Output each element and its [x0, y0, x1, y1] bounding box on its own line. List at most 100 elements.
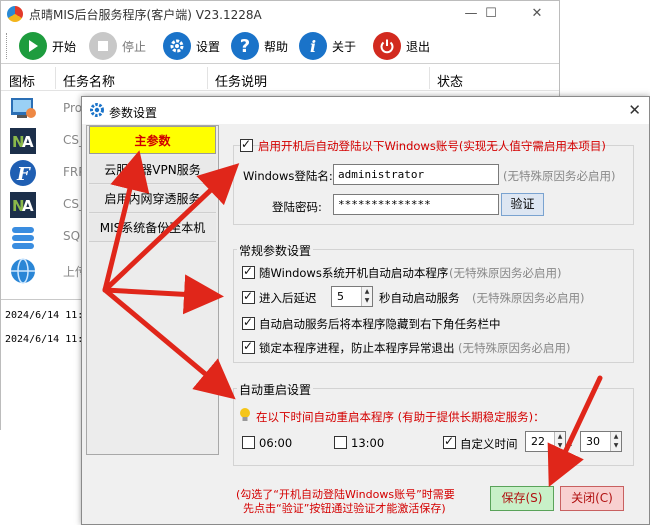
- question-icon: ?: [231, 32, 259, 60]
- toolbar-grip: [6, 33, 9, 59]
- col-icon-header[interactable]: 图标: [9, 71, 35, 90]
- password-label: 登陆密码:: [272, 200, 322, 214]
- footer-note-line2: 先点击“验证”按钮通过验证才能激活保存): [243, 502, 446, 515]
- col-desc-header[interactable]: 任务说明: [215, 71, 267, 90]
- nav-main-params[interactable]: 主参数: [89, 126, 216, 154]
- lightbulb-icon: [240, 408, 250, 421]
- title-bar: 点晴MIS后台服务程序(客户端) V23.1228A — ☐ ✕: [1, 1, 559, 27]
- task-row[interactable]: Pro: [1, 92, 91, 124]
- delay-seconds-value: 5: [337, 290, 344, 303]
- task-row[interactable]: SQL: [1, 220, 91, 252]
- app-logo-icon: [7, 6, 23, 22]
- nia-icon: NA: [9, 191, 37, 218]
- svg-text:F: F: [16, 164, 31, 185]
- about-button[interactable]: i 关于: [299, 32, 356, 60]
- lock-process-hint: (无特殊原因务必启用): [458, 341, 571, 355]
- delay-suffix-label: 秒自动启动服务: [379, 291, 460, 305]
- start-label: 开始: [52, 39, 77, 54]
- maximize-button[interactable]: ☐: [477, 4, 505, 24]
- delay-hint: (无特殊原因务必启用): [472, 291, 585, 305]
- restart-custom-checkbox[interactable]: [443, 434, 456, 449]
- dialog-close-button[interactable]: ✕: [628, 101, 641, 119]
- restart-custom-label: 自定义时间: [460, 437, 518, 451]
- username-label: Windows登陆名:: [243, 169, 333, 183]
- settings-dialog: 参数设置 ✕ 主参数 云服务器VPN服务 启用内网穿透服务 MIS系统备份至本机…: [81, 96, 650, 525]
- nav-intranet-penetration[interactable]: 启用内网穿透服务: [89, 185, 216, 213]
- auto-restart-group: [233, 388, 634, 466]
- about-label: 关于: [332, 39, 357, 54]
- stop-icon: [89, 32, 117, 60]
- restart-0600-checkbox[interactable]: [242, 436, 255, 449]
- restart-0600-label: 06:00: [259, 436, 293, 450]
- database-icon: [9, 223, 37, 249]
- toolbar: 开始 停止 设置 ? 帮助 i 关于 退出: [1, 28, 559, 64]
- username-hint: (无特殊原因务必启用): [503, 169, 616, 183]
- task-row[interactable]: NA CS_: [1, 188, 91, 220]
- autostart-checkbox[interactable]: [242, 264, 255, 279]
- settings-nav: 主参数 云服务器VPN服务 启用内网穿透服务 MIS系统备份至本机: [86, 125, 219, 455]
- delay-seconds-spinner[interactable]: 5 ▲ ▼: [331, 286, 373, 307]
- restart-hour-spinner[interactable]: 22 ▲ ▼: [525, 431, 566, 452]
- hide-to-tray-label: 自动启动服务后将本程序隐藏到右下角任务栏中: [259, 317, 501, 331]
- restart-minute-spinner[interactable]: 30 ▲ ▼: [580, 431, 622, 452]
- task-list-header: 图标 任务名称 任务说明 状态: [1, 65, 559, 91]
- lock-process-label: 锁定本程序进程，防止本程序异常退出: [259, 341, 455, 355]
- autostart-label: 随Windows系统开机自动启动本程序: [259, 266, 449, 280]
- close-dialog-button[interactable]: 关闭(C): [560, 486, 624, 511]
- exit-button[interactable]: 退出: [373, 32, 430, 60]
- save-button[interactable]: 保存(S): [490, 486, 554, 511]
- spinner-arrows-icon[interactable]: ▲ ▼: [361, 287, 372, 306]
- password-input[interactable]: **************: [333, 194, 499, 215]
- auto-restart-title: 自动重启设置: [237, 381, 314, 398]
- dialog-title: 参数设置: [109, 106, 158, 120]
- delay-start-checkbox[interactable]: [242, 289, 255, 304]
- gear-icon: [163, 32, 191, 60]
- col-name-header[interactable]: 任务名称: [63, 71, 115, 90]
- stop-button[interactable]: 停止: [89, 32, 146, 60]
- log-line: 2024/6/14 11:0: [5, 334, 90, 345]
- nav-vpn-service[interactable]: 云服务器VPN服务: [89, 156, 216, 184]
- task-name: Pro: [63, 101, 83, 115]
- close-button[interactable]: ✕: [523, 4, 551, 24]
- svg-text:A: A: [22, 133, 34, 151]
- hide-to-tray-checkbox[interactable]: [242, 315, 255, 330]
- task-row[interactable]: 上传: [1, 254, 91, 286]
- restart-hour-value: 22: [531, 435, 545, 448]
- nia-icon: NA: [9, 127, 37, 154]
- power-icon: [373, 32, 401, 60]
- log-line: 2024/6/14 11:0: [5, 310, 90, 321]
- play-icon: [19, 32, 47, 60]
- exit-label: 退出: [406, 39, 431, 54]
- nav-mis-backup[interactable]: MIS系统备份至本机: [89, 214, 216, 242]
- spinner-arrows-icon[interactable]: ▲ ▼: [554, 432, 565, 451]
- time-colon: :: [569, 435, 573, 449]
- spinner-arrows-icon[interactable]: ▲ ▼: [610, 432, 621, 451]
- lock-process-checkbox[interactable]: [242, 339, 255, 354]
- start-button[interactable]: 开始: [19, 32, 76, 60]
- restart-1300-label: 13:00: [351, 436, 385, 450]
- col-status-header[interactable]: 状态: [437, 71, 463, 90]
- help-button[interactable]: ? 帮助: [231, 32, 288, 60]
- help-label: 帮助: [264, 39, 289, 54]
- app-icon: [9, 95, 37, 121]
- delay-prefix-label: 进入后延迟: [259, 291, 317, 305]
- gear-icon: [90, 103, 104, 117]
- username-input[interactable]: administrator: [333, 164, 499, 185]
- settings-label: 设置: [196, 39, 221, 54]
- settings-button[interactable]: 设置: [163, 32, 220, 60]
- restart-1300-checkbox[interactable]: [334, 436, 347, 449]
- general-settings-title: 常规参数设置: [237, 242, 314, 259]
- auto-login-checkbox[interactable]: [240, 137, 253, 152]
- verify-button[interactable]: 验证: [501, 193, 544, 216]
- auto-login-label: 启用开机后自动登陆以下Windows账号(实现无人值守需启用本项目): [258, 139, 606, 153]
- frp-icon: F: [9, 159, 37, 186]
- task-row[interactable]: NA CS_: [1, 124, 91, 156]
- task-row[interactable]: F FRP: [1, 156, 91, 188]
- stop-label: 停止: [122, 39, 147, 54]
- auto-restart-label: 在以下时间自动重启本程序 (有助于提供长期稳定服务)：: [256, 410, 545, 424]
- globe-icon: [9, 257, 37, 284]
- svg-text:A: A: [22, 197, 34, 215]
- restart-minute-value: 30: [586, 435, 600, 448]
- window-title: 点晴MIS后台服务程序(客户端) V23.1228A: [29, 8, 262, 22]
- autostart-hint: (无特殊原因务必启用): [449, 266, 562, 280]
